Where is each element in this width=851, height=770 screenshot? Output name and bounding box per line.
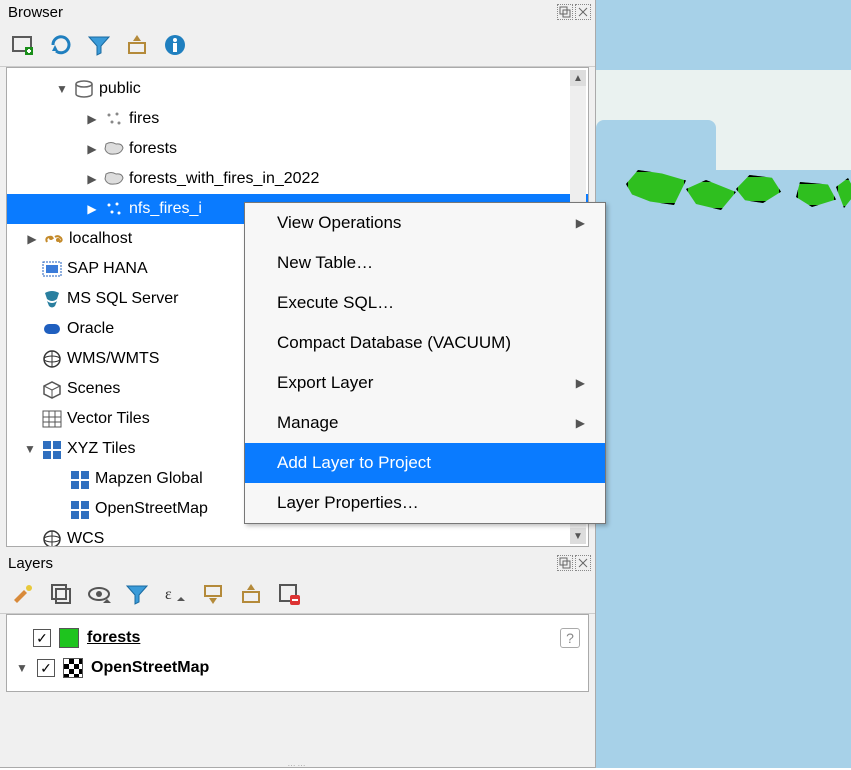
chevron-down-icon[interactable]: ▼ bbox=[55, 82, 69, 96]
chevron-right-icon[interactable]: ▶ bbox=[25, 232, 39, 246]
forest-polygon bbox=[796, 182, 836, 207]
browser-panel-title: Browser bbox=[8, 4, 63, 21]
close-icon[interactable] bbox=[575, 555, 591, 571]
connection-icon bbox=[43, 228, 65, 250]
panel-resize-grip[interactable]: ⋯⋯ bbox=[278, 761, 318, 767]
style-icon[interactable] bbox=[10, 581, 36, 607]
layers-panel-title: Layers bbox=[8, 555, 53, 572]
filter-icon[interactable] bbox=[86, 32, 112, 58]
database-icon bbox=[73, 78, 95, 100]
collapse-all-icon[interactable] bbox=[124, 32, 150, 58]
remove-layer-icon[interactable] bbox=[276, 581, 302, 607]
close-icon[interactable] bbox=[575, 4, 591, 20]
points-layer-icon bbox=[103, 198, 125, 220]
svg-text:ε: ε bbox=[165, 586, 172, 603]
wms-icon bbox=[41, 348, 63, 370]
refresh-icon[interactable] bbox=[48, 32, 74, 58]
info-icon[interactable] bbox=[162, 32, 188, 58]
wcs-icon bbox=[41, 528, 63, 547]
browser-toolbar bbox=[0, 24, 595, 67]
add-group-icon[interactable] bbox=[48, 581, 74, 607]
chevron-down-icon[interactable]: ▼ bbox=[15, 661, 29, 675]
expression-icon[interactable]: ε bbox=[162, 581, 188, 607]
submenu-arrow-icon: ▶ bbox=[576, 416, 585, 430]
menu-item-add-layer-to-project[interactable]: Add Layer to Project bbox=[245, 443, 605, 483]
filter-layers-icon[interactable] bbox=[124, 581, 150, 607]
menu-item-execute-sql[interactable]: Execute SQL… bbox=[245, 283, 605, 323]
forest-polygon bbox=[836, 178, 851, 208]
menu-item-view-operations[interactable]: View Operations ▶ bbox=[245, 203, 605, 243]
oracle-icon bbox=[41, 318, 63, 340]
water-inlet bbox=[596, 120, 716, 180]
submenu-arrow-icon: ▶ bbox=[576, 376, 585, 390]
raster-swatch-icon bbox=[63, 658, 83, 678]
vectortiles-icon bbox=[41, 408, 63, 430]
layers-panel: Layers ε bbox=[0, 551, 595, 692]
undock-icon[interactable] bbox=[557, 4, 573, 20]
layer-checkbox[interactable]: ✓ bbox=[33, 629, 51, 647]
collapse-all-layers-icon[interactable] bbox=[238, 581, 264, 607]
scroll-up-icon[interactable]: ▲ bbox=[570, 70, 586, 86]
xyz-layer-icon bbox=[69, 468, 91, 490]
chevron-right-icon[interactable]: ▶ bbox=[85, 202, 99, 216]
submenu-arrow-icon: ▶ bbox=[576, 216, 585, 230]
layers-toolbar: ε bbox=[0, 575, 595, 614]
xyztiles-icon bbox=[41, 438, 63, 460]
tree-item-public[interactable]: ▼ public bbox=[7, 74, 588, 104]
tree-item-forests-with-fires[interactable]: ▶ forests_with_fires_in_2022 bbox=[7, 164, 588, 194]
help-icon[interactable]: ? bbox=[560, 628, 580, 648]
chevron-right-icon[interactable]: ▶ bbox=[85, 112, 99, 126]
layer-label: forests bbox=[87, 629, 140, 647]
layer-checkbox[interactable]: ✓ bbox=[37, 659, 55, 677]
xyz-layer-icon bbox=[69, 498, 91, 520]
layer-item-osm[interactable]: ▼ ✓ OpenStreetMap bbox=[15, 653, 580, 683]
map-canvas[interactable] bbox=[596, 0, 851, 768]
forest-polygon bbox=[686, 180, 736, 210]
undock-icon[interactable] bbox=[557, 555, 573, 571]
mssql-icon bbox=[41, 288, 63, 310]
chevron-right-icon[interactable]: ▶ bbox=[85, 172, 99, 186]
layer-item-forests[interactable]: ✓ forests ? bbox=[15, 623, 580, 653]
polygon-layer-icon bbox=[103, 138, 125, 160]
scenes-icon bbox=[41, 378, 63, 400]
add-layer-icon[interactable] bbox=[10, 32, 36, 58]
menu-item-layer-properties[interactable]: Layer Properties… bbox=[245, 483, 605, 523]
tree-item-forests[interactable]: ▶ forests bbox=[7, 134, 588, 164]
visibility-icon[interactable] bbox=[86, 581, 112, 607]
expand-all-icon[interactable] bbox=[200, 581, 226, 607]
polygon-swatch-icon bbox=[59, 628, 79, 648]
menu-item-manage[interactable]: Manage ▶ bbox=[245, 403, 605, 443]
layers-panel-title-bar: Layers bbox=[0, 551, 595, 575]
polygon-layer-icon bbox=[103, 168, 125, 190]
points-layer-icon bbox=[103, 108, 125, 130]
chevron-down-icon[interactable]: ▼ bbox=[23, 442, 37, 456]
layer-label: OpenStreetMap bbox=[91, 659, 209, 677]
menu-item-new-table[interactable]: New Table… bbox=[245, 243, 605, 283]
context-menu: View Operations ▶ New Table… Execute SQL… bbox=[244, 202, 606, 524]
layers-list[interactable]: ✓ forests ? ▼ ✓ OpenStreetMap bbox=[6, 614, 589, 692]
browser-panel-title-bar: Browser bbox=[0, 0, 595, 24]
menu-item-compact-vacuum[interactable]: Compact Database (VACUUM) bbox=[245, 323, 605, 363]
chevron-right-icon[interactable]: ▶ bbox=[85, 142, 99, 156]
tree-item-wcs[interactable]: WCS bbox=[7, 524, 588, 547]
tree-item-fires[interactable]: ▶ fires bbox=[7, 104, 588, 134]
scroll-down-icon[interactable]: ▼ bbox=[570, 528, 586, 544]
forest-polygon bbox=[736, 175, 781, 203]
menu-item-export-layer[interactable]: Export Layer ▶ bbox=[245, 363, 605, 403]
saphana-icon bbox=[41, 258, 63, 280]
